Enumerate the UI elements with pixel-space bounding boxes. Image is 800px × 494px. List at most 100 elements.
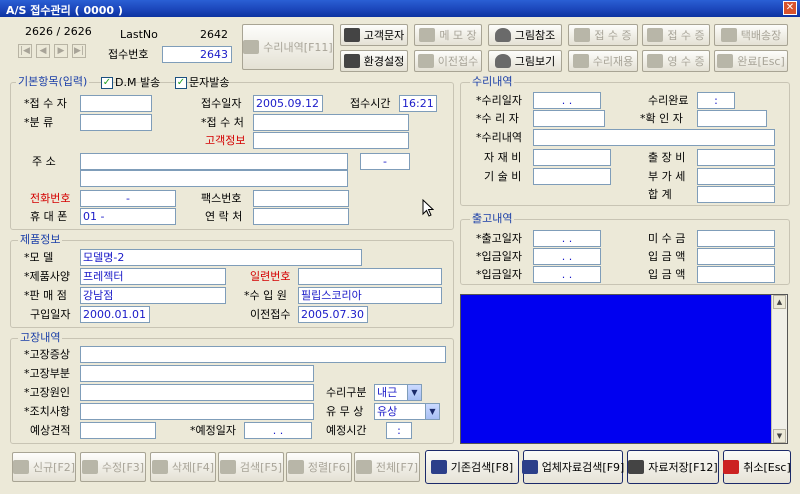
receipt-slip-button-2[interactable]: 접 수 증 (642, 24, 710, 46)
scroll-down-icon[interactable]: ▼ (773, 429, 786, 443)
memo-scrollbar[interactable]: ▲ ▼ (771, 295, 787, 443)
cancel-button[interactable]: 취소[Esc] (723, 450, 791, 484)
settings-button[interactable]: 환경설정 (340, 50, 408, 72)
action-label: *조치사항 (24, 405, 70, 418)
due-time-label: 예정시간 (326, 424, 367, 437)
printer-icon (572, 54, 589, 68)
sort-button[interactable]: 정렬[F6] (286, 452, 352, 482)
title-bar: A/S 접수관리 ( 0000 ) (0, 0, 800, 17)
mouse-cursor-icon (422, 199, 434, 217)
product-spec-field[interactable]: 프레젝터 (80, 268, 226, 285)
travel-cost-field[interactable] (697, 149, 775, 166)
memo-panel[interactable]: ▲ ▼ (460, 294, 788, 444)
unpaid-field[interactable] (697, 230, 775, 247)
pay-date-2-field[interactable]: . . (533, 266, 601, 283)
repair-done-field[interactable]: : (697, 92, 735, 109)
tech-cost-field[interactable] (533, 168, 611, 185)
travel-cost-label: 출 장 비 (648, 151, 686, 164)
customer-sms-button[interactable]: 고객문자 (340, 24, 408, 46)
repair-history-button[interactable]: 수리내역[F11] (242, 24, 334, 70)
previous-receipt-label: 이전접수 (250, 308, 291, 321)
nav-first-button[interactable]: |◀ (18, 44, 32, 58)
search-button[interactable]: 검색[F5] (218, 452, 284, 482)
estimate-field[interactable] (80, 422, 156, 439)
pay-amount-2-field[interactable] (697, 266, 775, 283)
chevron-down-icon: ▼ (407, 385, 421, 400)
checker-field[interactable] (697, 110, 767, 127)
serial-field[interactable] (298, 268, 442, 285)
all-button[interactable]: 전체[F7] (354, 452, 420, 482)
due-time-field[interactable]: : (386, 422, 412, 439)
memo-button[interactable]: 메 모 장 (414, 24, 482, 46)
repair-date-label: *수리일자 (476, 94, 522, 107)
previous-receipt-field[interactable]: 2005.07.30 (298, 306, 368, 323)
image-ref-button[interactable]: 그림참조 (488, 24, 562, 46)
address-field-1[interactable] (80, 153, 348, 170)
purchase-date-field[interactable]: 2000.01.01 (80, 306, 150, 323)
model-field[interactable]: 모델명-2 (80, 249, 362, 266)
image-view-button[interactable]: 그림보기 (488, 50, 562, 72)
existing-search-button[interactable]: 기존검색[F8] (425, 450, 519, 484)
repairer-field[interactable] (533, 110, 605, 127)
action-field[interactable] (80, 403, 314, 420)
search-icon (430, 460, 447, 474)
shop-field[interactable]: 강남점 (80, 287, 226, 304)
sms-checkbox[interactable]: ✓ (175, 77, 187, 89)
nav-last-button[interactable]: ▶| (72, 44, 86, 58)
receipt-button[interactable]: 영 수 증 (642, 50, 710, 72)
checker-label: *확 인 자 (640, 112, 683, 125)
contact-field[interactable] (253, 208, 349, 225)
repair-detail-field[interactable] (533, 129, 775, 146)
repair-date-field[interactable]: . . (533, 92, 601, 109)
pay-amount-1-field[interactable] (697, 248, 775, 265)
customer-info-field[interactable] (253, 132, 409, 149)
save-button[interactable]: 자료저장[F12] (627, 450, 719, 484)
receiver-field[interactable] (80, 95, 152, 112)
vat-field[interactable] (697, 168, 775, 185)
mobile-field[interactable]: 01 - (80, 208, 176, 225)
zip-code-field[interactable]: - (360, 153, 410, 170)
scroll-up-icon[interactable]: ▲ (773, 295, 786, 309)
fault-part-field[interactable] (80, 365, 314, 382)
phone-field[interactable]: - (80, 190, 176, 207)
printer-icon (647, 54, 664, 68)
delete-button[interactable]: 삭제[F4] (150, 452, 216, 482)
release-date-field[interactable]: . . (533, 230, 601, 247)
repair-reuse-button[interactable]: 수리재용 (568, 50, 638, 72)
importer-field[interactable]: 필립스코리아 (298, 287, 442, 304)
previous-receipt-button[interactable]: 이전접수 (414, 50, 482, 72)
category-field[interactable] (80, 114, 152, 131)
receipt-place-field[interactable] (253, 114, 409, 131)
material-cost-field[interactable] (533, 149, 611, 166)
paid-select[interactable]: 유상 ▼ (374, 403, 440, 420)
repair-type-select[interactable]: 내근 ▼ (374, 384, 422, 401)
fault-symptom-field[interactable] (80, 346, 446, 363)
due-date-label: *예정일자 (190, 424, 236, 437)
total-field[interactable] (697, 186, 775, 203)
due-date-field[interactable]: . . (244, 422, 312, 439)
notepad-icon (417, 54, 434, 68)
total-label: 합 계 (648, 188, 672, 201)
receipt-no-field[interactable]: 2643 (162, 46, 232, 63)
fault-cause-field[interactable] (80, 384, 314, 401)
nav-next-button[interactable]: ▶ (54, 44, 68, 58)
courier-invoice-button[interactable]: 택배송장 (714, 24, 788, 46)
as-receipt-window: A/S 접수관리 ( 0000 ) ✕ 2626 / 2626 LastNo 2… (0, 0, 800, 494)
receipt-date-field[interactable]: 2005.09.12 (253, 95, 323, 112)
receipt-slip-button-1[interactable]: 접 수 증 (568, 24, 638, 46)
address-field-2[interactable] (80, 170, 348, 187)
dm-checkbox[interactable]: ✓ (101, 77, 113, 89)
edit-button[interactable]: 수정[F3] (80, 452, 146, 482)
fax-field[interactable] (253, 190, 349, 207)
pay-date-1-field[interactable]: . . (533, 248, 601, 265)
complete-button[interactable]: 완료[Esc] (714, 50, 788, 72)
nav-prev-button[interactable]: ◀ (36, 44, 50, 58)
sms-label: 문자발송 (189, 76, 230, 89)
close-icon[interactable]: ✕ (783, 1, 797, 15)
new-button[interactable]: 신규[F2] (12, 452, 76, 482)
address-label: 주 소 (32, 155, 56, 168)
vendor-search-button[interactable]: 업체자료검색[F9] (521, 450, 624, 484)
vat-label: 부 가 세 (648, 170, 686, 183)
receipt-time-field[interactable]: 16:21 (399, 95, 437, 112)
person-icon (494, 54, 511, 68)
